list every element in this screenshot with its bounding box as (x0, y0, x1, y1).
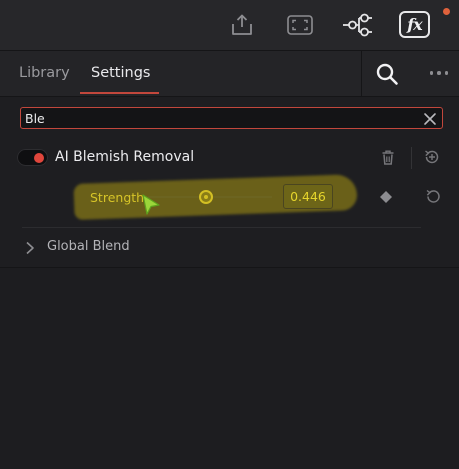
global-blend-section[interactable]: Global Blend (0, 232, 459, 262)
panel-tabs: Library Settings (0, 51, 459, 97)
export-icon[interactable] (225, 9, 259, 41)
fx-icon[interactable]: fx (399, 11, 430, 38)
active-tab-indicator (80, 92, 159, 94)
effect-header: AI Blemish Removal (0, 140, 459, 176)
top-toolbar: fx (0, 0, 459, 51)
strength-label: Strength (90, 190, 145, 205)
app-window: fx Library Settings AI B (0, 0, 459, 469)
keyframe-diamond-icon[interactable] (379, 189, 393, 203)
row-divider (22, 227, 421, 228)
fx-label: fx (407, 15, 422, 34)
toggle-on-indicator (34, 153, 44, 163)
tab-settings[interactable]: Settings (91, 65, 150, 81)
reset-parameter-icon[interactable] (425, 188, 442, 205)
header-divider (411, 147, 412, 169)
search-input[interactable] (25, 108, 405, 128)
effect-title: AI Blemish Removal (55, 149, 195, 165)
mouse-cursor-icon (140, 193, 162, 217)
effect-enable-toggle[interactable] (17, 149, 48, 166)
empty-panel-area (0, 268, 459, 469)
tab-library[interactable]: Library (19, 65, 70, 81)
global-blend-label: Global Blend (47, 239, 130, 254)
reset-effect-icon[interactable] (423, 148, 441, 166)
fullscreen-icon[interactable] (283, 9, 317, 41)
clear-search-icon[interactable] (423, 111, 437, 125)
chevron-right-icon[interactable] (25, 240, 35, 255)
strength-value-field[interactable]: 0.446 (283, 184, 333, 209)
strength-slider-handle[interactable] (199, 190, 213, 204)
node-graph-icon[interactable] (340, 9, 374, 41)
search-field (20, 107, 443, 129)
more-options-icon[interactable] (425, 65, 453, 81)
trash-icon[interactable] (380, 149, 396, 166)
strength-parameter-row: Strength 0.446 (0, 174, 459, 224)
notification-dot (443, 8, 450, 15)
search-icon[interactable] (372, 60, 402, 88)
tabs-divider (361, 51, 362, 96)
